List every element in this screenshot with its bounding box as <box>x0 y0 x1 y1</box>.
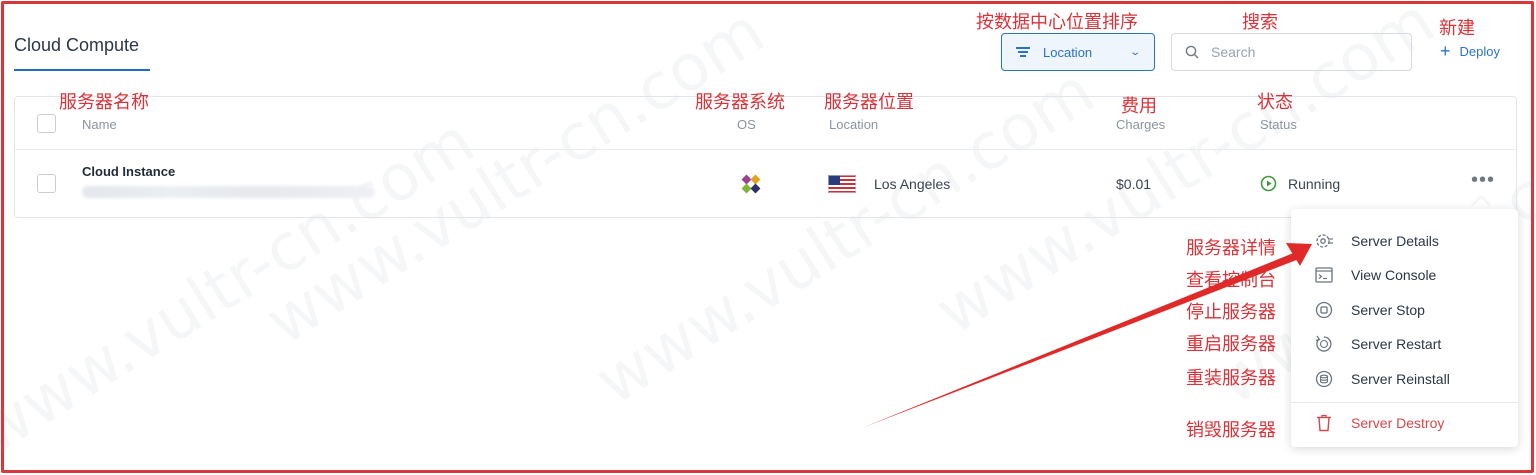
deploy-label: Deploy <box>1459 43 1500 59</box>
search-icon <box>1185 45 1199 59</box>
restart-icon <box>1315 335 1332 352</box>
annotation-stop: 停止服务器 <box>1186 302 1276 323</box>
row-checkbox[interactable] <box>37 174 56 193</box>
annotation-os: 服务器系统 <box>695 92 785 113</box>
annotation-console: 查看控制台 <box>1186 270 1276 291</box>
menu-item-server-reinstall[interactable]: Server Reinstall <box>1291 362 1518 396</box>
header-status: Status <box>1260 117 1297 132</box>
gear-icon <box>1316 234 1333 248</box>
header-location: Location <box>829 117 879 132</box>
page-title: Cloud Compute <box>14 35 140 55</box>
annotation-destroy: 销毁服务器 <box>1186 420 1276 441</box>
header-charges: Charges <box>1116 117 1166 132</box>
location-text: Los Angeles <box>874 176 951 192</box>
console-icon <box>1315 267 1333 283</box>
plus-icon: + <box>1440 41 1451 61</box>
instance-name[interactable]: Cloud Instance <box>82 164 175 179</box>
annotation-restart: 重启服务器 <box>1186 334 1276 355</box>
chevron-down-icon: ⌄ <box>1128 47 1141 58</box>
location-sort-label: Location <box>1043 44 1093 60</box>
status-text: Running <box>1288 176 1341 192</box>
annotation-details: 服务器详情 <box>1186 238 1276 259</box>
menu-item-server-restart[interactable]: Server Restart <box>1291 327 1518 361</box>
server-table: Name OS Location Charges Status Cloud In… <box>14 96 1517 218</box>
menu-divider <box>1291 402 1518 403</box>
us-flag-icon <box>828 175 856 193</box>
header-name: Name <box>82 117 117 132</box>
redacted-ip <box>82 186 375 198</box>
menu-item-server-destroy[interactable]: Server Destroy <box>1291 406 1518 440</box>
annotation-charges: 费用 <box>1121 96 1157 117</box>
annotation-new: 新建 <box>1439 18 1475 39</box>
menu-item-label: Server Stop <box>1351 302 1425 318</box>
stop-icon <box>1315 301 1333 319</box>
search-input[interactable] <box>1211 44 1391 60</box>
menu-item-label: Server Reinstall <box>1351 371 1450 387</box>
annotation-reinstall: 重装服务器 <box>1186 368 1276 389</box>
annotation-name: 服务器名称 <box>59 92 149 113</box>
more-options-icon[interactable]: ••• <box>1471 169 1495 192</box>
charges-text: $0.01 <box>1116 176 1152 192</box>
deploy-button[interactable]: + Deploy <box>1440 42 1500 60</box>
select-all-checkbox[interactable] <box>37 114 56 133</box>
server-actions-menu: Server Details View Console Server Stop … <box>1291 209 1518 447</box>
menu-item-label: Server Details <box>1351 233 1439 249</box>
filter-icon <box>1016 47 1030 57</box>
trash-icon <box>1317 414 1331 432</box>
menu-item-label: Server Destroy <box>1351 415 1445 431</box>
search-box[interactable] <box>1171 33 1412 71</box>
centos-icon <box>741 174 761 194</box>
menu-item-server-details[interactable]: Server Details <box>1291 224 1518 258</box>
running-icon <box>1260 175 1277 192</box>
annotation-search: 搜索 <box>1242 12 1278 33</box>
row-divider <box>15 149 1516 150</box>
menu-item-view-console[interactable]: View Console <box>1291 258 1518 292</box>
reinstall-icon <box>1315 370 1333 388</box>
menu-item-label: Server Restart <box>1351 336 1442 352</box>
menu-item-label: View Console <box>1351 267 1437 283</box>
header-os: OS <box>737 117 756 132</box>
annotation-sort: 按数据中心位置排序 <box>976 12 1138 33</box>
location-sort-select[interactable]: Location ⌄ <box>1001 33 1155 71</box>
tab-underline <box>14 69 150 71</box>
annotation-status: 状态 <box>1257 92 1293 113</box>
annotation-location: 服务器位置 <box>824 92 914 113</box>
menu-item-server-stop[interactable]: Server Stop <box>1291 293 1518 327</box>
